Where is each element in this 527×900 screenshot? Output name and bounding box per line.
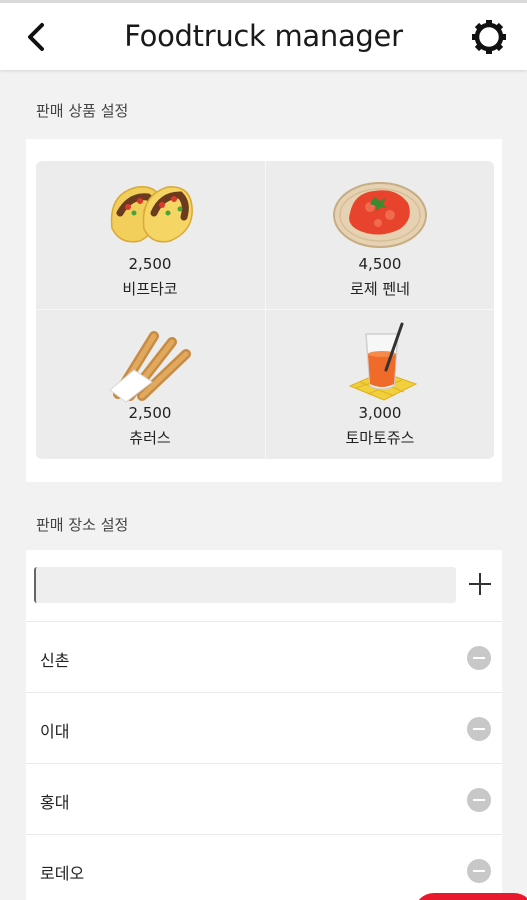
products-section-label: 판매 상품 설정 (36, 102, 129, 120)
remove-icon[interactable] (467, 859, 491, 883)
location-input[interactable] (34, 567, 456, 603)
pasta-icon (333, 182, 427, 248)
tomato-juice-icon (348, 322, 418, 401)
product-price: 4,500 (358, 255, 402, 273)
list-item: 로데오 (26, 834, 502, 900)
location-name: 이대 (40, 722, 70, 741)
app-bar: Foodtruck manager (0, 0, 527, 70)
product-item-tomato-juice[interactable]: 3,000 토마토쥬스 (266, 310, 494, 458)
product-card: 2,500 비프타코 4,500 로제 펜네 2,500 츄러스 3,000 토… (26, 139, 502, 482)
product-name: 츄러스 (129, 429, 171, 447)
location-card: 신촌 이대 홍대 로데오 (26, 550, 502, 900)
product-name: 토마토쥬스 (345, 429, 415, 447)
product-price: 2,500 (128, 404, 172, 422)
list-item: 이대 (26, 692, 502, 763)
remove-icon[interactable] (467, 788, 491, 812)
product-name: 로제 펜네 (350, 280, 410, 298)
location-name: 홍대 (40, 793, 70, 812)
gear-icon[interactable] (469, 17, 509, 57)
product-name: 비프타코 (122, 280, 178, 298)
list-item: 홍대 (26, 763, 502, 834)
product-price: 2,500 (128, 255, 172, 273)
churros-icon (109, 331, 191, 403)
plus-icon[interactable] (464, 568, 496, 600)
location-name: 로데오 (40, 864, 85, 883)
taco-icon (110, 186, 193, 243)
remove-icon[interactable] (467, 646, 491, 670)
product-grid: 2,500 비프타코 4,500 로제 펜네 2,500 츄러스 3,000 토… (36, 161, 494, 459)
location-name: 신촌 (40, 651, 70, 670)
product-item-beef-taco[interactable]: 2,500 비프타코 (36, 161, 264, 309)
floating-action-button[interactable] (414, 893, 527, 900)
remove-icon[interactable] (467, 717, 491, 741)
list-item: 신촌 (26, 621, 502, 692)
product-price: 3,000 (358, 404, 402, 422)
product-item-rose-penne[interactable]: 4,500 로제 펜네 (266, 161, 494, 309)
locations-section-label: 판매 장소 설정 (36, 516, 129, 534)
product-item-churros[interactable]: 2,500 츄러스 (36, 310, 264, 458)
app-title: Foodtruck manager (124, 19, 403, 53)
